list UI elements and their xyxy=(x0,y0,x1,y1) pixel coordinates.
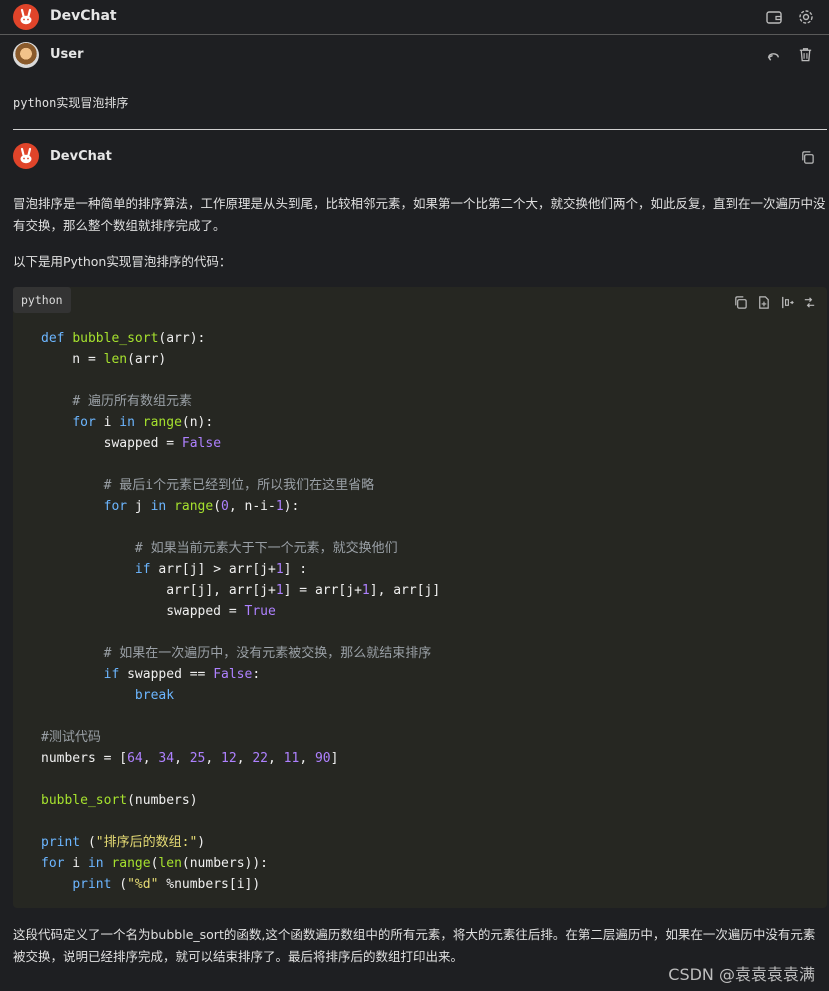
code-line: ​ xyxy=(41,370,440,391)
code-line: arr[j], arr[j+1] = arr[j+1], arr[j] xyxy=(41,583,441,598)
code-line: # 如果在一次遍历中，没有元素被交换，那么就结束排序 xyxy=(103,646,432,661)
bot-message-header: DevChat xyxy=(0,143,829,173)
code-line: # 如果当前元素大于下一个元素，就交换他们 xyxy=(134,541,398,556)
gear-icon[interactable] xyxy=(797,8,815,26)
code-line: n = len(arr) xyxy=(41,352,167,367)
trash-icon[interactable] xyxy=(797,46,814,63)
code-line: ​ xyxy=(41,454,440,475)
copy-icon[interactable] xyxy=(800,150,815,165)
user-name: User xyxy=(50,47,84,62)
code-line: break xyxy=(134,688,175,703)
response-intro: 冒泡排序是一种简单的排序算法，工作原理是从头到尾，比较相邻元素，如果第一个比第二… xyxy=(13,196,826,233)
code-line: # 最后i个元素已经到位，所以我们在这里省略 xyxy=(103,478,375,493)
new-file-icon[interactable] xyxy=(756,295,771,310)
code-line: if arr[j] > arr[j+1] : xyxy=(134,562,308,577)
copy-icon[interactable] xyxy=(733,295,748,310)
avatar xyxy=(13,42,39,68)
code-line: def bubble_sort(arr): xyxy=(41,331,206,346)
bot-name: DevChat xyxy=(50,149,112,164)
code-line: print ("%d" %numbers[i]) xyxy=(72,877,261,892)
code-line: ​ xyxy=(41,769,440,790)
code-block: python def bubble_sort(arr): n = len(arr… xyxy=(13,287,827,908)
code-line: ​ xyxy=(41,811,440,832)
code-line: for j in range(0, n-i-1): xyxy=(103,499,300,514)
undo-icon[interactable] xyxy=(765,47,782,64)
divider xyxy=(13,129,827,130)
code-line: print ("排序后的数组:") xyxy=(41,835,206,850)
code-line: numbers = [64, 34, 25, 12, 22, 11, 90] xyxy=(41,751,339,766)
code-line: swapped = True xyxy=(41,604,276,619)
code-content: def bubble_sort(arr): n = len(arr) ​ # 遍历… xyxy=(41,328,440,895)
response-lead: 以下是用Python实现冒泡排序的代码： xyxy=(13,254,232,269)
csdn-watermark: CSDN @袁袁袁袁满 xyxy=(668,965,815,984)
user-message-header: User xyxy=(0,41,829,71)
app-title: DevChat xyxy=(50,8,117,24)
code-line: ​ xyxy=(41,517,440,538)
code-line: ​ xyxy=(41,622,440,643)
code-line: bubble_sort(numbers) xyxy=(41,793,198,808)
code-line: for i in range(n): xyxy=(72,415,214,430)
code-line: if swapped == False: xyxy=(103,667,261,682)
code-line: # 遍历所有数组元素 xyxy=(72,394,192,409)
code-toolbar xyxy=(733,295,817,310)
diff-icon[interactable] xyxy=(802,295,817,310)
code-line: for i in range(len(numbers)): xyxy=(41,856,268,871)
top-bar: DevChat xyxy=(0,0,829,35)
rabbit-logo-icon xyxy=(13,4,39,30)
code-line: #测试代码 xyxy=(41,730,101,745)
user-message: python实现冒泡排序 xyxy=(13,96,129,110)
code-line: ​ xyxy=(41,706,440,727)
insert-code-icon[interactable] xyxy=(779,295,794,310)
code-language-label: python xyxy=(13,287,71,313)
wallet-icon[interactable] xyxy=(765,8,783,26)
code-line: swapped = False xyxy=(41,436,222,451)
rabbit-logo-icon xyxy=(13,143,39,169)
